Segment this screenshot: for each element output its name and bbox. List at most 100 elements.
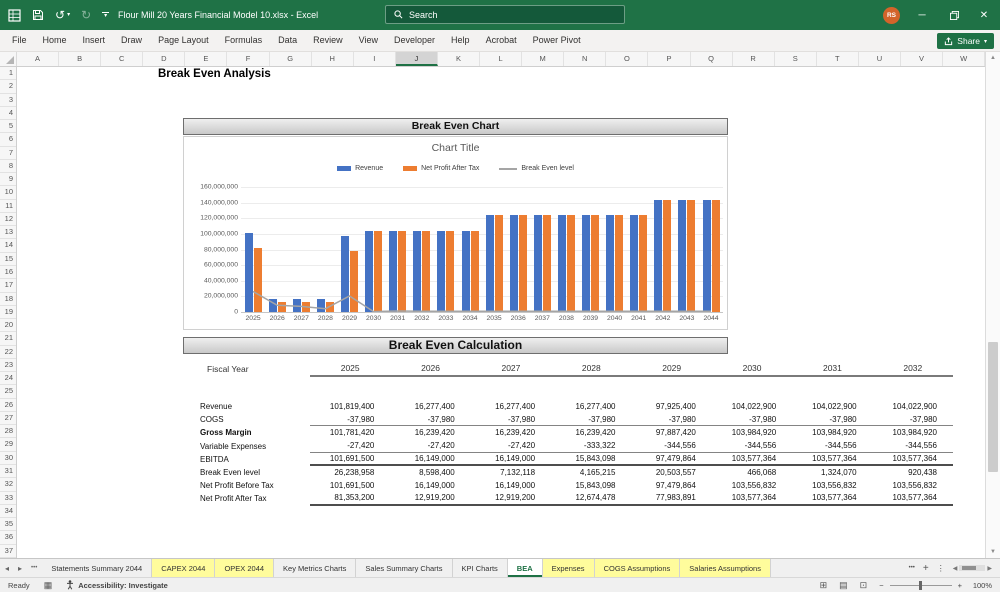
scroll-right-icon[interactable]: ▶ — [987, 565, 992, 572]
sheet-tab-key-metrics-charts[interactable]: Key Metrics Charts — [274, 559, 357, 577]
table-cell[interactable]: 97,887,420 — [632, 428, 712, 437]
row-header-35[interactable]: 35 — [0, 518, 16, 532]
scroll-up-icon[interactable]: ▲ — [986, 52, 1000, 64]
table-cell[interactable]: 97,925,400 — [632, 402, 712, 411]
table-cell[interactable]: 81,353,200 — [310, 493, 390, 502]
row-header-29[interactable]: 29 — [0, 438, 16, 452]
table-cell[interactable]: 16,239,420 — [471, 428, 551, 437]
zoom-out-icon[interactable]: − — [879, 581, 883, 590]
table-cell[interactable]: 103,577,364 — [712, 493, 792, 502]
column-header-N[interactable]: N — [564, 52, 607, 66]
row-header-16[interactable]: 16 — [0, 266, 16, 280]
share-button[interactable]: Share ▾ — [937, 33, 994, 49]
table-cell[interactable]: 103,577,364 — [792, 493, 872, 502]
row-header-25[interactable]: 25 — [0, 385, 16, 399]
table-cell[interactable]: -27,420 — [310, 441, 390, 450]
sheet-tab-opex-2044[interactable]: OPEX 2044 — [215, 559, 275, 577]
zoom-slider[interactable] — [889, 580, 952, 590]
row-header-15[interactable]: 15 — [0, 253, 16, 266]
table-cell[interactable]: 103,556,832 — [712, 481, 792, 490]
horizontal-scrollbar-track[interactable] — [959, 565, 986, 571]
accessibility-status[interactable]: Accessibility: Investigate — [66, 580, 168, 590]
row-header-20[interactable]: 20 — [0, 319, 16, 333]
sheet-nav-left-icon[interactable]: ◂ — [5, 564, 9, 573]
table-cell[interactable]: -333,322 — [551, 441, 631, 450]
row-header-34[interactable]: 34 — [0, 505, 16, 519]
menu-tab-acrobat[interactable]: Acrobat — [478, 30, 525, 52]
sheet-tab-kpi-charts[interactable]: KPI Charts — [453, 559, 508, 577]
table-cell[interactable]: 77,983,891 — [632, 493, 712, 502]
table-cell[interactable]: 103,577,364 — [712, 454, 792, 463]
row-header-36[interactable]: 36 — [0, 531, 16, 545]
table-cell[interactable]: 26,238,958 — [310, 468, 390, 477]
table-cell[interactable]: 466,068 — [712, 468, 792, 477]
row-header-18[interactable]: 18 — [0, 293, 16, 306]
row-header-32[interactable]: 32 — [0, 478, 16, 492]
select-all-corner[interactable] — [0, 52, 17, 66]
horizontal-scrollbar-thumb[interactable] — [962, 566, 977, 570]
menu-tab-developer[interactable]: Developer — [386, 30, 443, 52]
table-cell[interactable]: 97,479,864 — [632, 454, 712, 463]
column-header-R[interactable]: R — [733, 52, 775, 66]
menu-tab-help[interactable]: Help — [443, 30, 478, 52]
row-header-22[interactable]: 22 — [0, 346, 16, 359]
column-header-L[interactable]: L — [480, 52, 523, 66]
menu-tab-draw[interactable]: Draw — [113, 30, 150, 52]
sheet-tab-statements-summary-2044[interactable]: Statements Summary 2044 — [42, 559, 153, 577]
minimize-button[interactable]: ─ — [906, 0, 938, 30]
zoom-slider-thumb[interactable] — [918, 580, 922, 590]
row-header-26[interactable]: 26 — [0, 399, 16, 412]
menu-tab-page-layout[interactable]: Page Layout — [150, 30, 217, 52]
table-cell[interactable]: -37,980 — [792, 415, 872, 424]
row-header-2[interactable]: 2 — [0, 80, 16, 94]
menu-tab-file[interactable]: File — [4, 30, 35, 52]
column-header-K[interactable]: K — [438, 52, 481, 66]
menu-tab-view[interactable]: View — [351, 30, 386, 52]
table-cell[interactable]: 16,149,000 — [471, 454, 551, 463]
table-cell[interactable]: 103,577,364 — [873, 454, 953, 463]
row-header-4[interactable]: 4 — [0, 107, 16, 121]
column-header-I[interactable]: I — [354, 52, 396, 66]
row-header-17[interactable]: 17 — [0, 279, 16, 293]
column-header-O[interactable]: O — [606, 52, 649, 66]
column-header-Q[interactable]: Q — [691, 52, 733, 66]
page-layout-view-icon[interactable]: ▤ — [839, 580, 848, 591]
table-cell[interactable]: -27,420 — [471, 441, 551, 450]
table-cell[interactable]: 104,022,900 — [792, 402, 872, 411]
column-header-F[interactable]: F — [227, 52, 270, 66]
sheet-tab-bea[interactable]: BEA — [507, 559, 543, 577]
table-cell[interactable]: -344,556 — [792, 441, 872, 450]
column-header-C[interactable]: C — [101, 52, 144, 66]
table-cell[interactable]: 103,577,364 — [792, 454, 872, 463]
page-break-view-icon[interactable]: ⊡ — [860, 580, 868, 591]
vertical-scrollbar[interactable]: ▲ ▼ — [985, 52, 1000, 558]
row-header-27[interactable]: 27 — [0, 412, 16, 426]
table-cell[interactable]: 16,277,400 — [471, 402, 551, 411]
table-cell[interactable]: 16,239,420 — [551, 428, 631, 437]
table-cell[interactable]: -37,980 — [551, 415, 631, 424]
table-cell[interactable]: 15,843,098 — [551, 454, 631, 463]
table-cell[interactable]: 16,149,000 — [390, 454, 470, 463]
scroll-left-icon[interactable]: ◀ — [953, 565, 958, 572]
row-header-9[interactable]: 9 — [0, 173, 16, 187]
row-header-12[interactable]: 12 — [0, 213, 16, 227]
table-cell[interactable]: 104,022,900 — [712, 402, 792, 411]
column-header-H[interactable]: H — [312, 52, 354, 66]
table-cell[interactable]: 103,577,364 — [873, 493, 953, 502]
table-cell[interactable]: 12,674,478 — [551, 493, 631, 502]
menu-tab-home[interactable]: Home — [35, 30, 75, 52]
menu-tab-insert[interactable]: Insert — [75, 30, 114, 52]
row-header-31[interactable]: 31 — [0, 465, 16, 479]
close-button[interactable]: ✕ — [968, 0, 1000, 30]
zoom-in-icon[interactable]: + — [958, 581, 962, 590]
row-header-37[interactable]: 37 — [0, 545, 16, 558]
table-cell[interactable]: -37,980 — [632, 415, 712, 424]
table-cell[interactable]: 920,438 — [873, 468, 953, 477]
table-cell[interactable]: 16,239,420 — [390, 428, 470, 437]
row-header-21[interactable]: 21 — [0, 332, 16, 346]
restore-button[interactable] — [938, 0, 970, 30]
row-header-23[interactable]: 23 — [0, 359, 16, 373]
row-header-1[interactable]: 1 — [0, 67, 16, 81]
undo-icon[interactable]: ↺ ▾ — [55, 9, 70, 21]
table-cell[interactable]: 101,691,500 — [310, 481, 390, 490]
